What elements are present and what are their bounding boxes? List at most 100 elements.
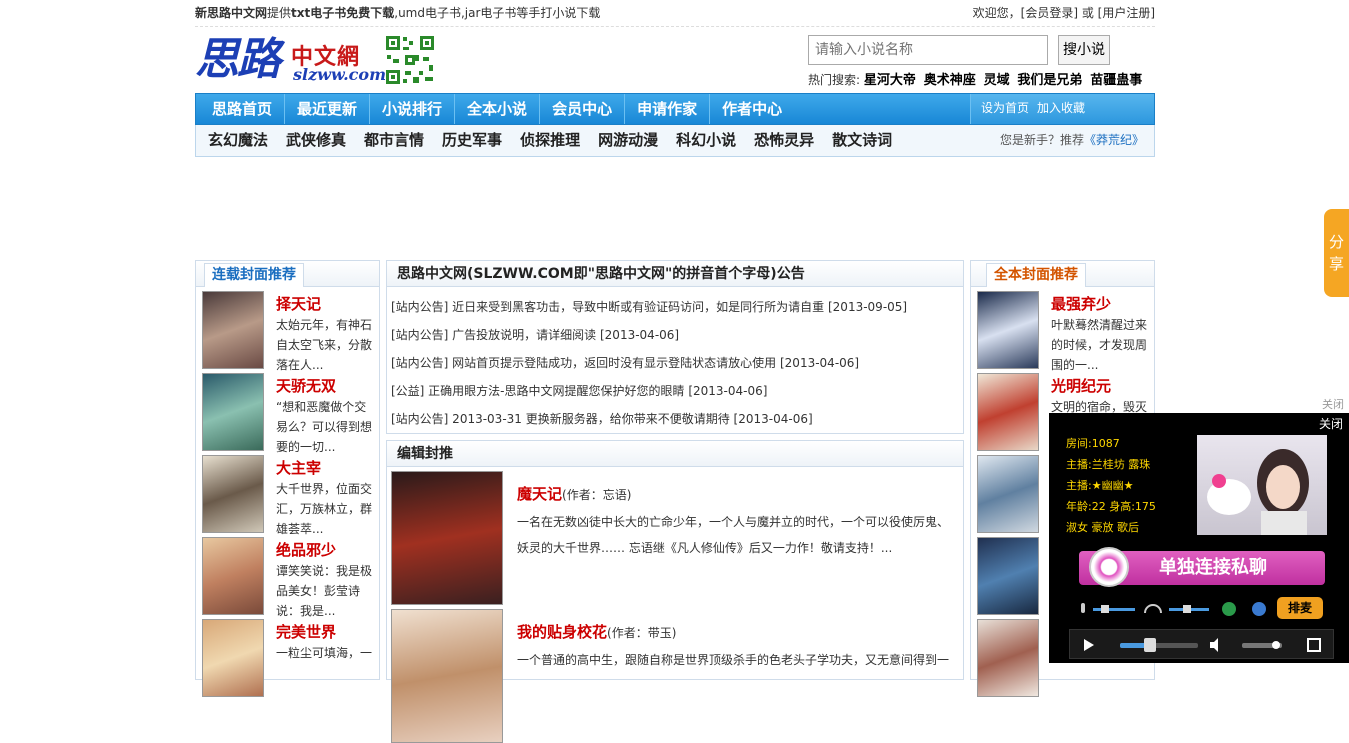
search-button[interactable]: 搜小说 [1058, 35, 1110, 65]
category-item[interactable]: 散文诗词 [820, 125, 898, 155]
book-cover[interactable] [977, 619, 1039, 697]
host-name-2: 主播:★幽幽★ [1066, 479, 1134, 492]
panel-header: 全本封面推荐 [971, 261, 1154, 287]
notice-item[interactable]: [站内公告] 广告投放说明，请详细阅读 [2013-04-06] [391, 321, 963, 349]
login-links[interactable]: 欢迎您，[会员登录] 或 [用户注册] [973, 0, 1155, 26]
book-title[interactable]: 大主宰 [276, 457, 321, 478]
panel-title: 连载封面推荐 [204, 263, 304, 287]
book-item[interactable]: 天骄无双 “想和恶魔做个交易么？可以得到想要的一切... [196, 369, 379, 454]
book-desc: 一粒尘可填海，一 [276, 646, 373, 660]
book-cover[interactable] [202, 455, 264, 533]
category-item[interactable]: 历史军事 [430, 125, 508, 155]
nav-item-complete[interactable]: 全本小说 [455, 94, 541, 124]
nav-item-ranking[interactable]: 小说排行 [370, 94, 456, 124]
live-chat-popup: 关闭 房间:1087 主播:兰桂坊 露珠 主播:★幽幽★ 年龄:22 身高:17… [1049, 413, 1349, 663]
volume-icon [1210, 638, 1218, 652]
category-item[interactable]: 科幻小说 [664, 125, 742, 155]
set-home-link[interactable]: 设为首页 [981, 101, 1029, 115]
hot-item[interactable]: 苗疆蛊事 [1090, 73, 1142, 88]
host-photo-icon [1207, 449, 1309, 535]
book-cover[interactable] [202, 291, 264, 369]
host-tags: 淑女 豪放 歌后 [1066, 521, 1139, 534]
feature-title[interactable]: 魔天记(作者：忘语) [517, 483, 631, 504]
book-cover[interactable] [391, 471, 503, 605]
nav-item-latest[interactable]: 最近更新 [285, 94, 371, 124]
notice-item[interactable]: [站内公告] 近日来受到黑客功击，导致中断或有验证码访问，如是同行所为请自重 [… [391, 293, 963, 321]
nav-item-author-center[interactable]: 作者中心 [710, 94, 794, 124]
nav-item-apply-author[interactable]: 申请作家 [625, 94, 711, 124]
queue-button[interactable]: 排麦 [1277, 597, 1323, 619]
intro-text-1: 提供 [267, 6, 292, 20]
hot-item[interactable]: 奥术神座 [924, 73, 976, 88]
category-item[interactable]: 网游动漫 [586, 125, 664, 155]
notice-item[interactable]: [公益] 正确用眼方法-思路中文网提醒您保护好您的眼睛 [2013-04-06] [391, 377, 963, 405]
book-title[interactable]: 最强弃少 [1051, 293, 1111, 314]
book-cover[interactable] [391, 609, 503, 743]
qr-code-icon [385, 35, 435, 85]
book-item[interactable]: 择天记 太始元年，有神石自太空飞来，分散落在人... [196, 287, 379, 372]
site-name: 新思路中文网 [195, 6, 268, 20]
feature-book[interactable]: 我的贴身校花(作者：带玉) 一个普通的高中生，跟随自称是世界顶级杀手的色老头子学… [387, 605, 963, 743]
book-desc: “想和恶魔做个交易么？可以得到想要的一切... [276, 400, 373, 454]
book-cover[interactable] [202, 619, 264, 697]
panel-title: 思路中文网(SLZWW.COM即"思路中文网"的拼音首个字母)公告 [397, 266, 805, 282]
panel-header: 连载封面推荐 [196, 261, 379, 287]
hot-item[interactable]: 灵域 [984, 73, 1010, 88]
nav-item-member[interactable]: 会员中心 [540, 94, 626, 124]
gear-icon [1252, 602, 1266, 616]
category-item[interactable]: 武侠修真 [274, 125, 352, 155]
book-title[interactable]: 光明纪元 [1051, 375, 1111, 396]
search-input[interactable] [808, 35, 1048, 65]
category-item[interactable]: 恐怖灵异 [742, 125, 820, 155]
book-item[interactable]: 大主宰 大千世界，位面交汇，万族林立，群雄荟萃... [196, 451, 379, 536]
hot-item[interactable]: 我们是兄弟 [1017, 73, 1082, 88]
book-cover[interactable] [202, 373, 264, 451]
video-player-bar [1069, 629, 1334, 659]
book-title[interactable]: 择天记 [276, 293, 321, 314]
category-item[interactable]: 玄幻魔法 [196, 125, 274, 155]
logo-main: 思路 [195, 34, 281, 85]
category-item[interactable]: 侦探推理 [508, 125, 586, 155]
popup-close-button[interactable]: 关闭 [1319, 415, 1343, 432]
feature-author: (作者：带玉) [607, 626, 677, 640]
seek-handle [1144, 638, 1156, 652]
book-cover[interactable] [202, 537, 264, 615]
book-item[interactable]: 完美世界 一粒尘可填海，一 [196, 615, 379, 697]
book-title[interactable]: 完美世界 [276, 621, 336, 642]
book-title[interactable]: 绝品邪少 [276, 539, 336, 560]
book-cover[interactable] [977, 455, 1039, 533]
book-desc: 叶默蓦然清醒过来的时候，才发现周围的一... [1051, 318, 1148, 372]
hot-item[interactable]: 星河大帝 [864, 73, 916, 88]
notice-item[interactable]: [站内公告] 网站首页提示登陆成功，返回时没有显示登陆状态请放心使用 [2013… [391, 349, 963, 377]
book-item[interactable]: 最强弃少 叶默蓦然清醒过来的时候，才发现周围的一... [971, 287, 1154, 372]
feature-title[interactable]: 我的贴身校花(作者：带玉) [517, 621, 676, 642]
main-nav: 思路首页 最近更新 小说排行 全本小说 会员中心 申请作家 作者中心 设为首页加… [195, 93, 1155, 125]
book-item[interactable]: 绝品邪少 谭笑笑说：我是极品美女！彭莹诗说：我是... [196, 533, 379, 618]
host-age-height: 年龄:22 身高:175 [1066, 500, 1156, 513]
book-cover[interactable] [977, 373, 1039, 451]
webcam-icon [1089, 547, 1129, 587]
mic-icon [1081, 603, 1085, 613]
share-tab[interactable]: 分享 [1324, 209, 1349, 297]
intro-bold: txt电子书免费下载 [291, 6, 395, 20]
recommend-book-link[interactable]: 《莽荒纪》 [1084, 133, 1144, 147]
site-logo[interactable]: 思路 中文網 slzww.com [195, 34, 386, 87]
feature-desc: 一名在无数凶徒中长大的亡命少年，一个人与魔并立的时代，一个可以役使厉鬼、妖灵的大… [517, 515, 950, 555]
notice-item[interactable]: [站内公告] 2013-03-31 更换新服务器，给你带来不便敬请期待 [201… [391, 405, 963, 433]
feature-author: (作者：忘语) [562, 488, 632, 502]
bookmark-link[interactable]: 加入收藏 [1037, 101, 1085, 115]
book-cover[interactable] [977, 291, 1039, 369]
feature-desc: 一个普通的高中生，跟随自称是世界顶级杀手的色老头子学功夫，又无意间得到一 [517, 653, 950, 667]
popup-close-outer[interactable]: 关闭 [1322, 396, 1344, 412]
feature-name[interactable]: 我的贴身校花 [517, 623, 607, 641]
intro-text-2: ,umd电子书,jar电子书等手打小说下载 [394, 6, 601, 20]
panel-header: 思路中文网(SLZWW.COM即"思路中文网"的拼音首个字母)公告 [387, 261, 963, 287]
book-title[interactable]: 天骄无双 [276, 375, 336, 396]
feature-name[interactable]: 魔天记 [517, 485, 562, 503]
book-cover[interactable] [977, 537, 1039, 615]
category-item[interactable]: 都市言情 [352, 125, 430, 155]
panel-title: 编辑封推 [397, 446, 453, 462]
nav-item-home[interactable]: 思路首页 [196, 94, 286, 124]
feature-book[interactable]: 魔天记(作者：忘语) 一名在无数凶徒中长大的亡命少年，一个人与魔并立的时代，一个… [387, 467, 963, 605]
host-photo[interactable] [1197, 435, 1327, 535]
